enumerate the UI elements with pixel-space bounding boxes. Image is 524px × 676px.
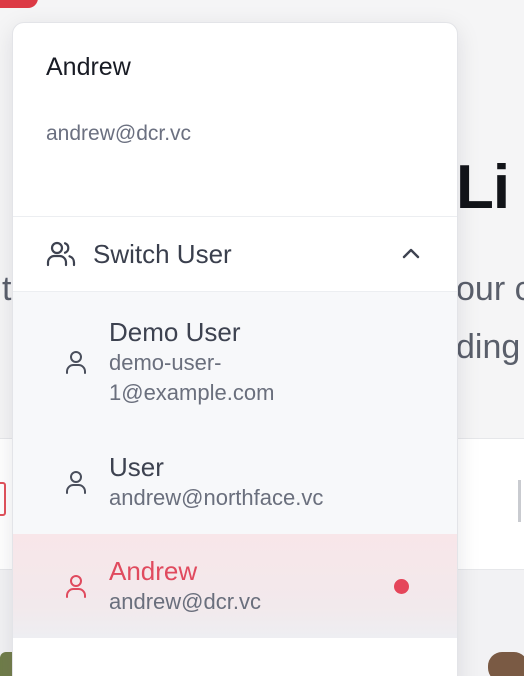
person-icon — [66, 575, 86, 598]
user-option-name: User — [109, 452, 164, 482]
background-heading: Li — [456, 153, 510, 222]
background-red-button — [0, 0, 38, 8]
background-divider — [518, 480, 521, 522]
active-user-indicator — [394, 579, 409, 594]
chevron-up-icon — [402, 248, 420, 259]
user-option-user[interactable]: User andrew@northface.vc — [13, 430, 457, 534]
background-subtitle-line: our c — [456, 270, 524, 308]
switch-user-toggle[interactable]: Switch User — [13, 217, 457, 292]
switch-user-label: Switch User — [93, 238, 232, 269]
users-icon — [46, 241, 76, 267]
user-option-demo-user[interactable]: Demo User demo-user-1@example.com — [13, 292, 457, 430]
background-icon — [0, 482, 6, 516]
user-option-name: Andrew — [109, 556, 198, 586]
user-option-email: demo-user-1@example.com — [109, 350, 275, 405]
background-text-fragment: t — [2, 270, 12, 308]
background-subtitle-line: ding — [456, 328, 521, 366]
person-icon — [66, 351, 86, 374]
user-list: Demo User demo-user-1@example.com User a… — [13, 292, 457, 638]
user-menu-dropdown: Andrew andrew@dcr.vc Switch User Demo Us… — [12, 22, 458, 676]
gallery-thumbnail[interactable] — [488, 652, 524, 676]
current-user-name: Andrew — [46, 53, 131, 81]
user-option-name: Demo User — [109, 317, 241, 347]
person-icon — [66, 471, 86, 494]
current-user-header: Andrew andrew@dcr.vc — [13, 23, 457, 217]
user-option-andrew-active[interactable]: Andrew andrew@dcr.vc — [13, 534, 457, 638]
user-option-email: andrew@dcr.vc — [109, 589, 261, 614]
current-user-email: andrew@dcr.vc — [46, 122, 192, 145]
user-option-email: andrew@northface.vc — [109, 485, 324, 510]
